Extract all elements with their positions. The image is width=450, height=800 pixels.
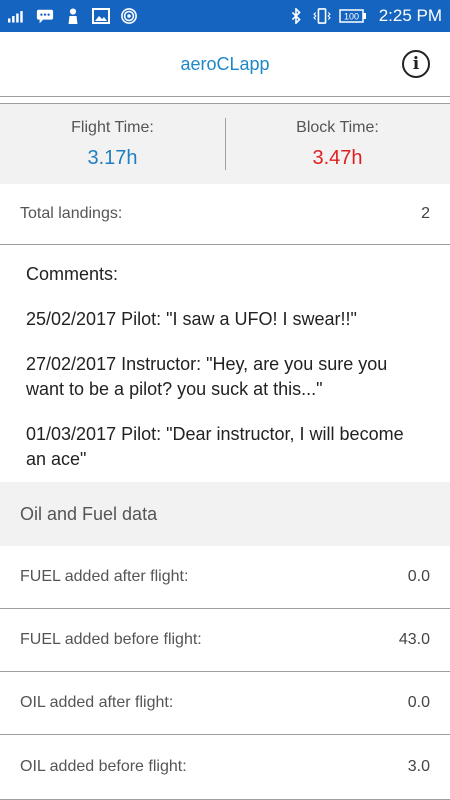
signal-strength-icon <box>8 11 23 23</box>
oil-before-row: OIL added before flight: 3.0 <box>0 735 450 799</box>
comments-section[interactable]: Comments: 25/02/2017 Pilot: "I saw a UFO… <box>0 246 450 482</box>
app-title: aeroCLapp <box>180 53 270 74</box>
fuel-after-row: FUEL added after flight: 0.0 <box>0 546 450 608</box>
vibrate-icon <box>312 8 331 24</box>
image-icon <box>92 8 110 24</box>
fuel-after-value: 0.0 <box>407 568 430 585</box>
info-icon: i <box>412 54 420 74</box>
comment-entry: 25/02/2017 Pilot: "I saw a UFO! I swear!… <box>26 309 357 329</box>
info-button[interactable]: i <box>402 50 430 78</box>
flight-time-value: 3.17h <box>87 146 138 169</box>
comment-entry: 01/03/2017 Pilot: "Dear instructor, I wi… <box>26 424 404 469</box>
chat-icon <box>36 9 54 24</box>
block-time-label: Block Time: <box>296 118 379 136</box>
landings-divider <box>0 244 450 245</box>
hotspot-icon <box>121 8 137 24</box>
battery-level: 100 <box>344 12 359 22</box>
oil-fuel-title: Oil and Fuel data <box>20 503 158 524</box>
comments-title: Comments: <box>26 264 119 284</box>
status-notifications <box>8 8 138 24</box>
flight-time-label: Flight Time: <box>71 118 154 136</box>
fuel-before-label: FUEL added before flight: <box>20 631 202 648</box>
clock: 2:25 PM <box>378 6 442 25</box>
fuel-before-value: 43.0 <box>398 631 430 648</box>
flight-time: Flight Time: 3.17h <box>0 104 225 184</box>
landings-label: Total landings: <box>20 205 123 222</box>
comment-entry: 27/02/2017 Instructor: "Hey, are you sur… <box>26 354 388 399</box>
oil-before-label: OIL added before flight: <box>20 758 187 775</box>
person-icon <box>68 8 78 24</box>
status-system: 100 2:25 PM <box>287 6 442 26</box>
times-panel: Flight Time: 3.17h Block Time: 3.47h <box>0 104 450 184</box>
oil-after-value: 0.0 <box>407 694 430 711</box>
landings-row: Total landings: 2 <box>0 184 450 244</box>
app-header: aeroCLapp i <box>0 32 450 96</box>
oil-before-value: 3.0 <box>407 758 430 775</box>
times-divider <box>225 118 226 170</box>
block-time-value: 3.47h <box>312 146 363 169</box>
fuel-after-label: FUEL added after flight: <box>20 568 189 585</box>
oil-after-row: OIL added after flight: 0.0 <box>0 672 450 734</box>
bluetooth-icon <box>291 8 301 24</box>
landings-value: 2 <box>421 205 430 222</box>
status-bar: 100 2:25 PM <box>0 0 450 32</box>
header-divider <box>0 96 450 97</box>
fuel-before-row: FUEL added before flight: 43.0 <box>0 609 450 671</box>
block-time: Block Time: 3.47h <box>225 104 450 184</box>
oil-after-label: OIL added after flight: <box>20 694 174 711</box>
oil-fuel-header: Oil and Fuel data <box>0 482 450 546</box>
battery-icon: 100 <box>338 9 366 23</box>
